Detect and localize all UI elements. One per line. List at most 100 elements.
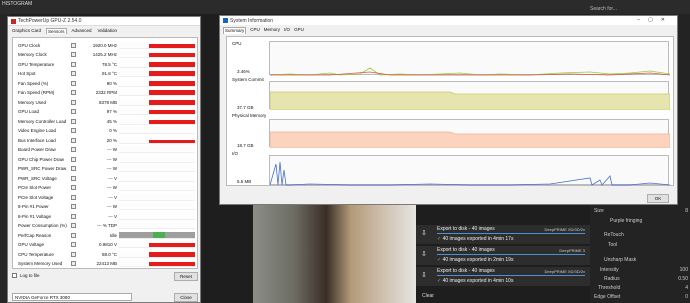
window-controls[interactable]: –▢✕ bbox=[637, 17, 673, 23]
tab-cpu[interactable]: CPU bbox=[250, 27, 260, 34]
unsharp-mask-label[interactable]: Unsharp Mask bbox=[604, 257, 636, 263]
intensity-value[interactable]: 100 bbox=[680, 267, 688, 273]
sensor-dropdown-icon[interactable] bbox=[71, 166, 76, 171]
tab-io[interactable]: I/O bbox=[284, 27, 290, 34]
sensor-row: Hot Spot 91.8 °C bbox=[13, 69, 199, 79]
size-value[interactable]: 8 bbox=[685, 208, 688, 214]
radius-value[interactable]: 0.50 bbox=[678, 276, 688, 282]
sensor-dropdown-icon[interactable] bbox=[71, 99, 76, 105]
sensor-value: 0 % bbox=[109, 128, 117, 133]
sensor-row: CPU Temperature 88.0 °C bbox=[13, 249, 199, 259]
tab-advanced[interactable]: Advanced bbox=[71, 28, 93, 34]
threshold-label: Threshold bbox=[598, 285, 621, 291]
log-to-file[interactable]: Log to file bbox=[12, 273, 40, 278]
io-label: I/O bbox=[232, 151, 239, 156]
sensor-dropdown-icon[interactable] bbox=[71, 128, 76, 133]
ok-button[interactable]: OK bbox=[647, 194, 669, 203]
gpuz-title: TechPowerUp GPU-Z 2.54.0 bbox=[18, 18, 82, 24]
threshold-value[interactable]: 4 bbox=[685, 285, 688, 291]
tab-gpu[interactable]: GPU bbox=[294, 27, 304, 34]
sensor-row: 8-Pin #1 Power --- W bbox=[13, 202, 199, 212]
gpu-select[interactable]: NVIDIA GeForce RTX 3080 bbox=[12, 293, 132, 301]
gpuz-titlebar[interactable]: TechPowerUp GPU-Z 2.54.0 bbox=[8, 17, 200, 26]
sensor-graph bbox=[119, 222, 195, 229]
perfcap-bar-idle bbox=[119, 231, 154, 238]
system-commit-value: 37.7 GB bbox=[237, 105, 254, 110]
physical-memory-value: 18.7 GB bbox=[237, 143, 254, 148]
sensor-dropdown-icon[interactable] bbox=[71, 137, 76, 143]
sensor-row: GPU Voltage 0.9810 V bbox=[13, 240, 199, 250]
search-hint[interactable]: Search for... bbox=[590, 6, 617, 12]
sensor-dropdown-icon[interactable] bbox=[71, 251, 76, 257]
sensor-value: 0.9810 V bbox=[98, 242, 117, 247]
sensor-value: 22413 MB bbox=[96, 261, 117, 266]
sensor-dropdown-icon[interactable] bbox=[71, 90, 76, 95]
sensor-graph bbox=[119, 60, 195, 68]
log-to-file-checkbox[interactable] bbox=[12, 273, 17, 278]
sensor-graph bbox=[119, 41, 195, 49]
sysinfo-titlebar[interactable]: System Information –▢✕ bbox=[220, 16, 677, 25]
tab-memory[interactable]: Memory bbox=[264, 27, 280, 34]
sensor-dropdown-icon[interactable] bbox=[71, 232, 76, 238]
reset-button[interactable]: Reset bbox=[174, 272, 198, 281]
sensor-dropdown-icon[interactable] bbox=[71, 194, 76, 200]
sensor-label: Bus Interface Load bbox=[18, 137, 56, 143]
export-title-2: Export to disk - 40 images bbox=[437, 247, 495, 253]
sensor-value: --- W bbox=[107, 185, 117, 190]
sensor-graph bbox=[119, 146, 195, 153]
sensor-label: PWR_SRC Voltage bbox=[18, 175, 57, 181]
cpu-graph bbox=[269, 41, 671, 76]
sensor-dropdown-icon[interactable] bbox=[71, 261, 76, 266]
sensor-graph bbox=[119, 184, 195, 191]
sensor-dropdown-icon[interactable] bbox=[71, 147, 76, 152]
io-graph-svg bbox=[269, 161, 671, 186]
sensor-dropdown-icon[interactable] bbox=[71, 156, 76, 162]
export-toast-1[interactable]: ⇩ Export to disk - 40 images DeepPRIME X… bbox=[416, 225, 590, 244]
export-status-text-1: 40 images exported in 4min 17s bbox=[442, 236, 514, 242]
export-toast-3[interactable]: ⇩ Export to disk - 40 images DeepPRIME X… bbox=[416, 267, 590, 286]
sensor-dropdown-icon[interactable] bbox=[71, 80, 76, 86]
sensor-dropdown-icon[interactable] bbox=[71, 185, 76, 190]
tab-summary[interactable]: Summary bbox=[223, 27, 247, 34]
perfcap-bar-active bbox=[153, 231, 165, 238]
sensor-dropdown-icon[interactable] bbox=[71, 61, 76, 67]
sensor-bar bbox=[149, 43, 195, 48]
sensor-dropdown-icon[interactable] bbox=[71, 42, 76, 48]
sensor-dropdown-icon[interactable] bbox=[71, 242, 76, 247]
edge-offset-value[interactable]: 0 bbox=[685, 294, 688, 300]
sensor-bar bbox=[149, 120, 195, 124]
sensor-row: PCIe Slot Power --- W bbox=[13, 183, 199, 193]
retouch-label[interactable]: ReTouch bbox=[604, 232, 624, 238]
sensor-label: GPU Temperature bbox=[18, 61, 55, 67]
tool-label: Tool bbox=[608, 242, 618, 248]
system-commit-svg bbox=[269, 91, 671, 111]
sensor-label: CPU Temperature bbox=[18, 251, 54, 257]
export-title-3: Export to disk - 40 images bbox=[437, 268, 495, 274]
tab-graphics-card[interactable]: Graphics Card bbox=[11, 28, 42, 34]
clear-button[interactable]: Clear bbox=[422, 293, 434, 299]
sensor-bar bbox=[149, 242, 195, 247]
tab-sensors[interactable]: Sensors bbox=[46, 28, 67, 34]
system-commit-label: System Commit bbox=[232, 77, 264, 82]
sensor-dropdown-icon[interactable] bbox=[71, 52, 76, 57]
sensor-row: System Memory Used 22413 MB bbox=[13, 259, 199, 269]
sensor-graph bbox=[119, 98, 195, 106]
sensor-value: --- V bbox=[108, 213, 117, 219]
sensor-dropdown-icon[interactable] bbox=[71, 223, 76, 228]
export-toast-2[interactable]: ⇩ Export to disk - 40 images DeepPRIME 3… bbox=[416, 246, 590, 265]
sensor-label: 8-Pin #1 Voltage bbox=[18, 213, 52, 219]
sensor-dropdown-icon[interactable] bbox=[71, 204, 76, 209]
sensor-value: Idle bbox=[109, 232, 117, 238]
tab-validation[interactable]: Validation bbox=[97, 28, 118, 34]
sensor-bar bbox=[149, 110, 195, 114]
size-label: Size bbox=[594, 208, 604, 214]
close-button[interactable]: Close bbox=[174, 293, 198, 302]
purple-fringing-label[interactable]: Purple fringing bbox=[610, 218, 642, 224]
export-icon: ⇩ bbox=[421, 230, 427, 237]
sensor-dropdown-icon[interactable] bbox=[71, 118, 76, 124]
sensor-dropdown-icon[interactable] bbox=[71, 213, 76, 219]
sensor-dropdown-icon[interactable] bbox=[71, 71, 76, 76]
sensor-dropdown-icon[interactable] bbox=[71, 109, 76, 114]
sensor-dropdown-icon[interactable] bbox=[71, 175, 76, 181]
edge-offset-label: Edge Offset bbox=[594, 294, 621, 300]
